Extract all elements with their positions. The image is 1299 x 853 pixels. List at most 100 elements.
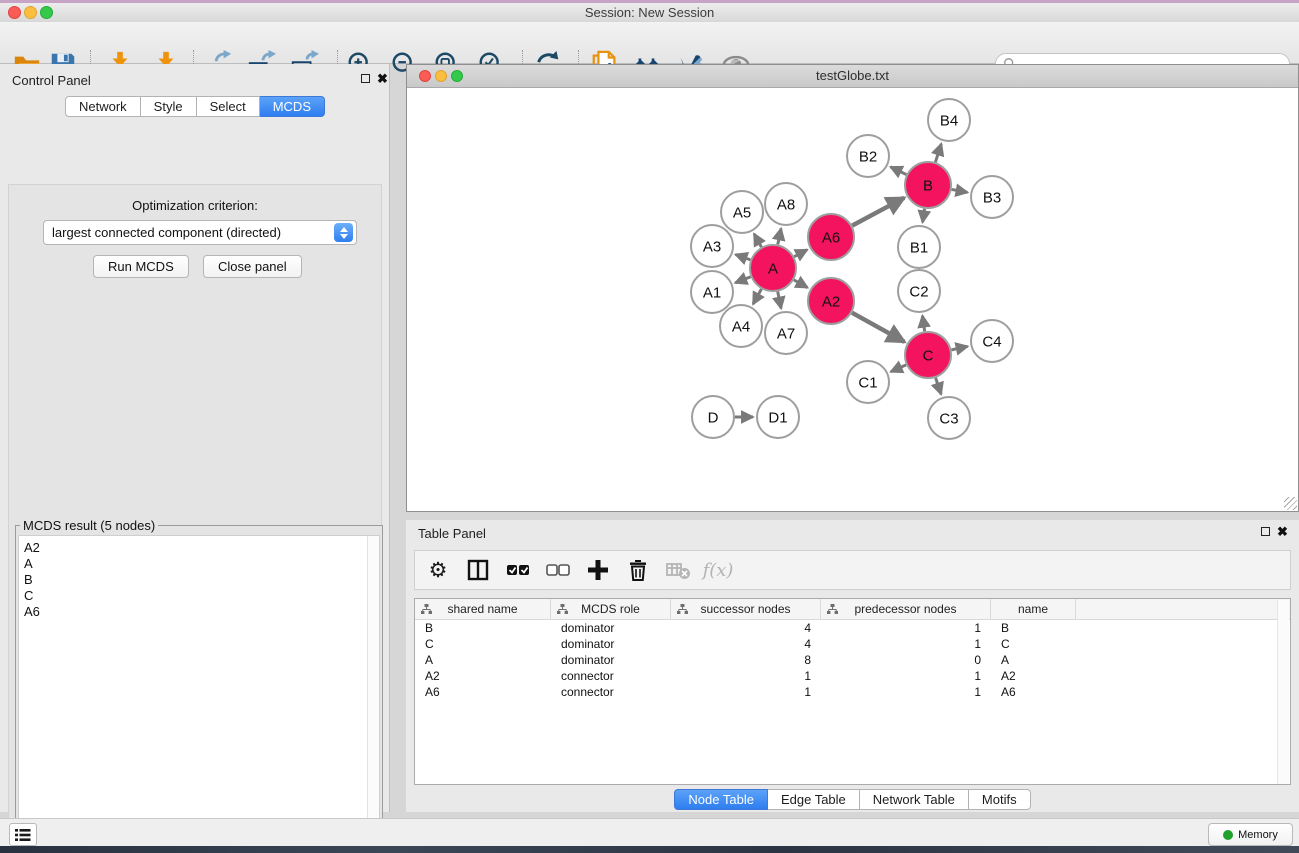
column-header-successor-nodes[interactable]: successor nodes xyxy=(671,599,821,619)
table-cell[interactable]: 4 xyxy=(671,621,821,635)
main-toolbar xyxy=(0,22,1299,64)
tab-style[interactable]: Style xyxy=(141,96,197,117)
mcds-result-item[interactable]: A xyxy=(24,556,379,572)
network-minimize-button[interactable] xyxy=(435,70,447,82)
graph-edge-A-A8[interactable] xyxy=(778,228,781,244)
table-cell[interactable]: A6 xyxy=(991,685,1076,699)
tab-mcds[interactable]: MCDS xyxy=(260,96,325,117)
mcds-result-item[interactable]: A2 xyxy=(24,540,379,556)
tab-network[interactable]: Network xyxy=(65,96,141,117)
graph-edge-A2-C[interactable] xyxy=(852,313,904,342)
close-panel-button[interactable]: Close panel xyxy=(203,255,302,278)
node-table: shared nameMCDS rolesuccessor nodesprede… xyxy=(414,598,1291,785)
panel-menu-button[interactable] xyxy=(9,823,37,846)
graph-edge-C-C1[interactable] xyxy=(891,365,906,372)
table-cell[interactable]: A2 xyxy=(415,669,551,683)
network-window-titlebar[interactable]: testGlobe.txt xyxy=(407,65,1298,88)
network-canvas[interactable]: B4B2BB3A8A5A6A3B1AC2A1A2A4A7C4CC1DD1C3 xyxy=(408,88,1297,510)
tab-select[interactable]: Select xyxy=(197,96,260,117)
column-selector-icon[interactable] xyxy=(463,555,493,585)
delete-column-icon[interactable] xyxy=(623,555,653,585)
mcds-result-item[interactable]: B xyxy=(24,572,379,588)
network-maximize-button[interactable] xyxy=(451,70,463,82)
graph-edge-B-B1[interactable] xyxy=(923,209,925,223)
table-cell[interactable]: A6 xyxy=(415,685,551,699)
graph-edge-A-A5[interactable] xyxy=(754,234,761,247)
table-cell[interactable]: A xyxy=(991,653,1076,667)
table-cell[interactable]: dominator xyxy=(551,653,671,667)
graph-edge-B-B3[interactable] xyxy=(952,189,968,192)
graph-edge-A-A7[interactable] xyxy=(778,292,781,309)
window-resize-grip[interactable] xyxy=(1284,497,1297,510)
mcds-result-item[interactable]: C xyxy=(24,588,379,604)
close-table-panel-icon[interactable]: ✖ xyxy=(1277,526,1288,537)
graph-edge-A6-B[interactable] xyxy=(852,198,904,226)
tab-edge-table[interactable]: Edge Table xyxy=(768,789,860,810)
graph-edge-A-A3[interactable] xyxy=(736,254,751,259)
table-row[interactable]: Bdominator41B xyxy=(415,620,1290,636)
table-cell[interactable]: dominator xyxy=(551,621,671,635)
maximize-window-button[interactable] xyxy=(40,6,53,19)
table-cell[interactable]: B xyxy=(415,621,551,635)
table-cell[interactable]: C xyxy=(415,637,551,651)
graph-edge-B-B2[interactable] xyxy=(891,167,907,175)
table-cell[interactable]: A xyxy=(415,653,551,667)
table-cell[interactable]: A2 xyxy=(991,669,1076,683)
table-cell[interactable]: 8 xyxy=(671,653,821,667)
run-mcds-button[interactable]: Run MCDS xyxy=(93,255,189,278)
mcds-result-list[interactable]: A2ABCA6 xyxy=(18,535,380,853)
table-row[interactable]: Adominator80A xyxy=(415,652,1290,668)
minimize-window-button[interactable] xyxy=(24,6,37,19)
table-row[interactable]: A2connector11A2 xyxy=(415,668,1290,684)
graph-edge-C-C4[interactable] xyxy=(951,346,967,350)
table-cell[interactable]: 1 xyxy=(821,621,991,635)
optimization-criterion-select[interactable]: largest connected component (directed) xyxy=(43,220,357,245)
table-cell[interactable]: 1 xyxy=(821,637,991,651)
graph-edge-C-C3[interactable] xyxy=(936,378,942,395)
tab-motifs[interactable]: Motifs xyxy=(969,789,1031,810)
graph-edge-A-A4[interactable] xyxy=(753,289,761,304)
table-options-gear-icon[interactable]: ⚙ xyxy=(423,555,453,585)
graph-edge-B-B4[interactable] xyxy=(935,144,941,162)
table-row[interactable]: A6connector11A6 xyxy=(415,684,1290,700)
table-scrollbar[interactable] xyxy=(1277,600,1289,785)
table-cell[interactable]: 1 xyxy=(671,685,821,699)
table-cell[interactable]: 1 xyxy=(821,669,991,683)
status-bar: Memory xyxy=(0,818,1299,846)
table-toolbar: ⚙ f(x) xyxy=(414,550,1291,590)
close-window-button[interactable] xyxy=(8,6,21,19)
mcds-result-item[interactable]: A6 xyxy=(24,604,379,620)
table-row[interactable]: Cdominator41C xyxy=(415,636,1290,652)
column-header-shared-name[interactable]: shared name xyxy=(415,599,551,619)
table-cell[interactable]: 1 xyxy=(821,685,991,699)
tab-network-table[interactable]: Network Table xyxy=(860,789,969,810)
graph-node-label-B3: B3 xyxy=(983,189,1001,206)
table-cell[interactable]: C xyxy=(991,637,1076,651)
table-cell[interactable]: 4 xyxy=(671,637,821,651)
table-cell[interactable]: connector xyxy=(551,685,671,699)
table-cell[interactable]: connector xyxy=(551,669,671,683)
column-header-name[interactable]: name xyxy=(991,599,1076,619)
desktop-edge-bottom xyxy=(0,846,1299,853)
memory-button[interactable]: Memory xyxy=(1208,823,1293,846)
table-cell[interactable]: dominator xyxy=(551,637,671,651)
table-cell[interactable]: 1 xyxy=(671,669,821,683)
table-cell[interactable]: B xyxy=(991,621,1076,635)
column-header-predecessor-nodes[interactable]: predecessor nodes xyxy=(821,599,991,619)
graph-edge-C-C2[interactable] xyxy=(922,316,924,331)
graph-edge-A-A1[interactable] xyxy=(735,277,750,283)
float-table-panel-icon[interactable] xyxy=(1261,527,1270,536)
table-cell[interactable]: 0 xyxy=(821,653,991,667)
graph-edge-A-A2[interactable] xyxy=(794,280,808,288)
network-close-button[interactable] xyxy=(419,70,431,82)
mcds-list-scrollbar[interactable] xyxy=(367,536,379,853)
float-panel-icon[interactable] xyxy=(361,74,370,83)
tab-node-table[interactable]: Node Table xyxy=(674,789,768,810)
add-column-icon[interactable] xyxy=(583,555,613,585)
close-panel-icon[interactable]: ✖ xyxy=(377,73,388,84)
deselect-all-icon[interactable] xyxy=(543,555,573,585)
graph-edge-A-A6[interactable] xyxy=(794,250,807,257)
network-view-window: testGlobe.txt B4B2BB3A8A5A6A3B1AC2A1A2A4… xyxy=(406,64,1299,512)
column-header-mcds-role[interactable]: MCDS role xyxy=(551,599,671,619)
select-all-icon[interactable] xyxy=(503,555,533,585)
